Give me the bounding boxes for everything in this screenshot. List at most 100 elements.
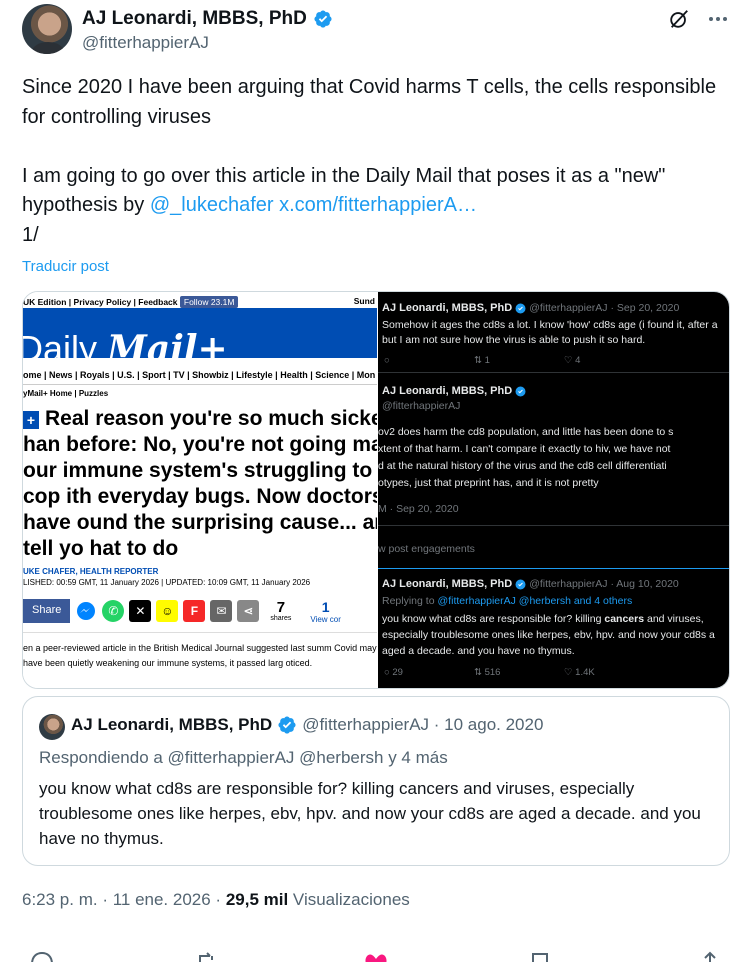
quote-text: you know what cd8s are responsible for? …	[39, 779, 701, 848]
dk-tweet2-line2: xtent of that harm. I can't compare it e…	[378, 443, 671, 455]
dk-retweet-icon: ⇅ 516	[474, 667, 501, 678]
divider	[378, 568, 729, 569]
dk-tweet2-line3: d at the natural history of the virus an…	[378, 460, 667, 472]
dm-share-label: Share	[32, 604, 62, 616]
dk-retweet-icon: ⇅ 1	[474, 355, 490, 366]
dm-dates: LISHED: 00:59 GMT, 11 January 2026 | UPD…	[23, 578, 311, 587]
email-icon: ✉	[210, 600, 233, 622]
dk-tweet3-replying-users: @fitterhappierAJ @herbersh and 4 others	[437, 595, 633, 607]
verified-badge-icon	[515, 579, 526, 589]
dm-plus-badge: +	[23, 411, 39, 429]
dk-like-icon: ♡ 4	[564, 355, 581, 366]
verified-badge-icon	[515, 303, 526, 313]
share-more-icon: ⋖	[237, 600, 260, 622]
dk-tweet3-line1a: you know what cd8s are responsible for? …	[382, 613, 605, 625]
dk-tweet2-name: AJ Leonardi, MBBS, PhD	[382, 385, 513, 397]
dk-tweet3-line1: you know what cd8s are responsible for? …	[382, 611, 729, 628]
quote-replying: Respondiendo a @fitterhappierAJ @herbers…	[39, 748, 448, 767]
tweet-blank-line	[22, 132, 734, 162]
tweet-timestamp[interactable]: 6:23 p. m. · 11 ene. 2026 ·	[22, 890, 226, 909]
flipboard-icon: F	[183, 600, 206, 622]
retweet-icon[interactable]	[192, 950, 220, 962]
verified-badge-icon	[314, 10, 332, 28]
dm-share-row: Share ✆ ✕ ☺ F ✉ ⋖ 7 shares 1 View cor	[23, 598, 341, 624]
tweet-line-1: Since 2020 I have been arguing that Covi…	[22, 76, 717, 128]
dm-follow-badge: Follow 23.1M	[179, 296, 239, 308]
dm-top-bar: UK Edition | Privacy Policy | Feedback F…	[23, 296, 239, 308]
dm-logo-prefix: Daily	[23, 328, 108, 369]
dk-t1-likes: 4	[575, 355, 581, 366]
tweet-header: AJ Leonardi, MBBS, PhD @fitterhappierAJ	[22, 4, 734, 56]
dk-tweet3-meta: @fitterhappierAJ · Aug 10, 2020	[529, 578, 679, 590]
dk-tweet1-line2: but I am not sure how the virus is able …	[382, 334, 646, 346]
author-name[interactable]: AJ Leonardi, MBBS, PhD	[82, 8, 307, 30]
author-handle[interactable]: @fitterhappierAJ	[82, 33, 209, 53]
tweet-text: Since 2020 I have been arguing that Covi…	[22, 73, 734, 250]
dm-view-number: 1	[321, 598, 330, 615]
verified-badge-icon	[515, 386, 526, 396]
reply-icon[interactable]	[28, 950, 56, 962]
dk-tweet2-handle: @fitterhappierAJ	[382, 400, 461, 412]
dm-shares-label: shares	[270, 615, 292, 622]
dm-headline: Real reason you're so much sicker han be…	[23, 406, 377, 562]
quoted-tweet[interactable]: AJ Leonardi, MBBS, PhD @fitterhappierAJ …	[22, 696, 730, 866]
dk-t1-retweets: 1	[484, 355, 490, 366]
tweet-line-3: 1/	[22, 223, 39, 246]
divider	[378, 525, 729, 526]
avatar[interactable]	[22, 4, 72, 54]
author-name-row[interactable]: AJ Leonardi, MBBS, PhD	[82, 8, 333, 30]
dark-thread-screenshot[interactable]: AJ Leonardi, MBBS, PhD @fitterhappierAJ …	[378, 292, 729, 688]
dm-headline-rest: han before: No, you're not going mad, ou…	[23, 433, 377, 560]
dk-reply-icon: ○	[384, 355, 390, 366]
dk-tweet3-line1b: cancers	[604, 613, 645, 625]
dk-tweet3-line1c: and viruses,	[644, 613, 704, 625]
quote-author-name: AJ Leonardi, MBBS, PhD	[71, 715, 273, 734]
dk-tweet2-engagements: w post engagements	[378, 543, 475, 555]
snapchat-icon: ☺	[156, 600, 179, 622]
url-link[interactable]: x.com/fitterhappierA…	[279, 194, 477, 216]
dm-logo-main: Mail+	[107, 328, 228, 370]
views-label: Visualizaciones	[288, 890, 410, 909]
dk-tweet1-meta: @fitterhappierAJ · Sep 20, 2020	[529, 302, 680, 314]
dm-article-body: en a peer-reviewed article in the Britis…	[23, 632, 377, 671]
divider	[378, 372, 729, 373]
dk-t3-retweets: 516	[484, 667, 501, 678]
more-icon[interactable]	[706, 8, 730, 30]
dm-author: UKE CHAFER, HEALTH REPORTER	[23, 567, 159, 576]
dk-tweet2-time: M · Sep 20, 2020	[378, 503, 459, 515]
dk-tweet3-line3: aged a decade. and you have no thymus.	[382, 645, 575, 657]
share-icon[interactable]	[696, 950, 724, 962]
grok-icon[interactable]	[668, 8, 690, 30]
dk-tweet2-line4: otypes, just that preprint has, and it i…	[378, 477, 599, 489]
bookmark-icon[interactable]	[528, 950, 556, 962]
views-count: 29,5 mil	[225, 890, 289, 909]
dk-tweet3-replying-prefix: Replying to	[382, 595, 435, 607]
dm-view-label: View cor	[310, 614, 341, 624]
dm-logo: Daily Mail+	[23, 328, 228, 370]
daily-mail-screenshot[interactable]: UK Edition | Privacy Policy | Feedback F…	[23, 292, 377, 688]
dk-t3-likes: 1.4K	[575, 667, 595, 678]
dk-tweet3-replying: Replying to @fitterhappierAJ @herbersh a…	[382, 595, 632, 607]
dk-tweet3-header: AJ Leonardi, MBBS, PhD @fitterhappierAJ …	[382, 578, 679, 590]
mention-link[interactable]: @_lukechafer	[150, 194, 274, 216]
dm-shares-count: 7 shares	[270, 600, 291, 622]
dk-tweet1-header: AJ Leonardi, MBBS, PhD @fitterhappierAJ …	[382, 302, 679, 314]
dm-headline-line-1: Real reason you're so much sicker	[45, 407, 377, 430]
tweet-meta: 6:23 p. m. · 11 ene. 2026 · 29,5 mil Vis…	[22, 890, 410, 910]
translate-link[interactable]: Traducir post	[22, 258, 109, 275]
dk-like-icon: ♡ 1.4K	[564, 667, 595, 678]
dm-shares-number: 7	[276, 599, 286, 616]
dk-tweet3-line2: especially troublesome ones like herpes,…	[382, 629, 715, 641]
dk-tweet3-actions: ○ 29 ⇅ 516 ♡ 1.4K	[384, 667, 654, 678]
dk-tweet2-header: AJ Leonardi, MBBS, PhD	[382, 385, 526, 397]
quote-handle-date: @fitterhappierAJ · 10 ago. 2020	[302, 715, 544, 734]
dk-t3-replies: 29	[392, 667, 403, 678]
action-bar	[22, 950, 734, 962]
dm-share-button: Share	[23, 599, 71, 623]
like-icon[interactable]	[362, 950, 390, 962]
media-grid[interactable]: UK Edition | Privacy Policy | Feedback F…	[22, 291, 730, 689]
dk-reply-icon: ○ 29	[384, 667, 403, 678]
verified-badge-icon	[278, 716, 296, 734]
x-icon: ✕	[129, 600, 152, 622]
dm-sub-nav: yMail+ Home | Puzzles	[23, 389, 109, 398]
